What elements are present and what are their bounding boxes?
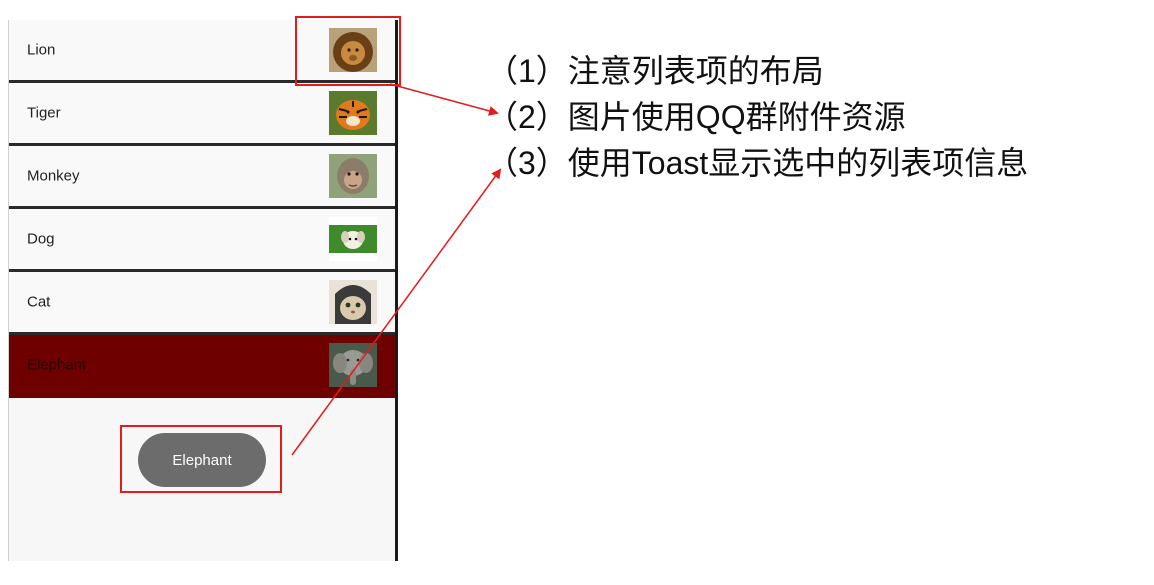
note-images: （2）图片使用QQ群附件资源 xyxy=(486,99,906,135)
list-item-label: Lion xyxy=(27,41,56,59)
list-item-elephant[interactable]: Elephant xyxy=(9,335,395,398)
list-item-dog[interactable]: Dog xyxy=(9,209,395,272)
list-item-label: Dog xyxy=(27,230,55,248)
elephant-image xyxy=(329,343,377,387)
list-item-label: Elephant xyxy=(27,356,87,374)
toast-highlight-box xyxy=(120,425,282,493)
dog-image xyxy=(329,217,377,261)
list-item-cat[interactable]: Cat xyxy=(9,272,395,335)
note-layout: （1）注意列表项的布局 xyxy=(486,53,824,89)
list-item-label: Monkey xyxy=(27,167,80,185)
list-item-tiger[interactable]: Tiger xyxy=(9,83,395,146)
arrow-layout-note xyxy=(389,83,499,116)
note-toast: （3）使用Toast显示选中的列表项信息 xyxy=(486,145,1029,181)
tiger-image xyxy=(329,91,377,135)
list-item-monkey[interactable]: Monkey xyxy=(9,146,395,209)
cat-image xyxy=(329,280,377,324)
monkey-image xyxy=(329,154,377,198)
list-item-label: Tiger xyxy=(27,104,61,122)
instruction-notes: （1）注意列表项的布局 （2）图片使用QQ群附件资源 （3）使用Toast显示选… xyxy=(486,48,1028,186)
list-item-label: Cat xyxy=(27,293,51,311)
lion-item-highlight-box xyxy=(295,16,401,86)
